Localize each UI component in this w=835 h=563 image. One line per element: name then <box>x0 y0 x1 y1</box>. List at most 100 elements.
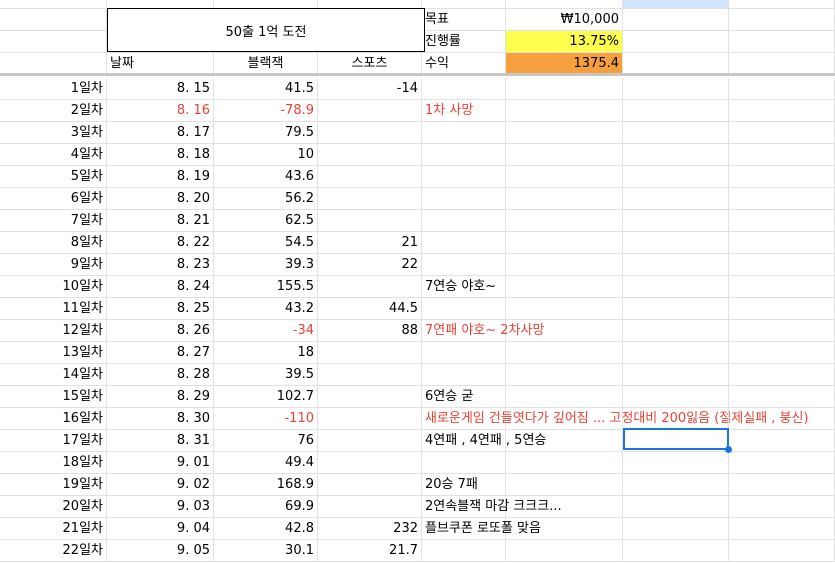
empty-cell[interactable] <box>623 518 729 540</box>
empty-cell[interactable] <box>623 100 729 122</box>
empty-cell[interactable] <box>623 298 729 320</box>
day-cell[interactable]: 14일차 <box>0 364 107 386</box>
blackjack-cell[interactable]: 49.4 <box>214 452 318 474</box>
header-sports[interactable]: 스포츠 <box>318 53 422 75</box>
empty-cell[interactable] <box>729 122 835 144</box>
empty-cell[interactable] <box>623 31 729 53</box>
empty-cell[interactable] <box>506 254 623 276</box>
date-cell[interactable]: 8. 24 <box>107 276 214 298</box>
day-cell[interactable]: 2일차 <box>0 100 107 122</box>
blackjack-cell[interactable]: 76 <box>214 430 318 452</box>
sports-cell[interactable] <box>318 166 422 188</box>
empty-cell[interactable] <box>729 53 835 75</box>
sports-cell[interactable] <box>318 408 422 430</box>
blackjack-cell[interactable]: 39.5 <box>214 364 318 386</box>
empty-cell[interactable] <box>623 78 729 100</box>
empty-cell[interactable] <box>729 276 835 298</box>
sports-cell[interactable] <box>318 342 422 364</box>
sports-cell[interactable]: 21 <box>318 232 422 254</box>
date-cell[interactable]: 8. 20 <box>107 188 214 210</box>
empty-cell[interactable] <box>729 496 835 518</box>
empty-cell[interactable] <box>729 166 835 188</box>
empty-cell[interactable] <box>623 342 729 364</box>
note-cell[interactable]: 7연승 야호~ <box>422 276 506 298</box>
day-cell[interactable]: 8일차 <box>0 232 107 254</box>
day-cell[interactable]: 20일차 <box>0 496 107 518</box>
note-cell[interactable]: 플브쿠폰 로또폴 맞음 <box>422 518 541 540</box>
empty-cell[interactable] <box>506 364 623 386</box>
empty-cell[interactable] <box>506 496 623 518</box>
empty-cell[interactable] <box>506 298 623 320</box>
day-cell[interactable]: 18일차 <box>0 452 107 474</box>
date-cell[interactable]: 8. 30 <box>107 408 214 430</box>
empty-cell[interactable] <box>623 254 729 276</box>
empty-cell[interactable] <box>0 9 107 31</box>
day-cell[interactable]: 1일차 <box>0 78 107 100</box>
date-cell[interactable]: 8. 25 <box>107 298 214 320</box>
empty-cell[interactable] <box>729 210 835 232</box>
day-cell[interactable]: 5일차 <box>0 166 107 188</box>
day-cell[interactable]: 3일차 <box>0 122 107 144</box>
empty-cell[interactable] <box>729 78 835 100</box>
blackjack-cell[interactable]: -78.9 <box>214 100 318 122</box>
note-cell[interactable] <box>422 210 506 232</box>
sports-cell[interactable]: 88 <box>318 320 422 342</box>
empty-cell[interactable] <box>623 474 729 496</box>
note-cell[interactable] <box>422 254 506 276</box>
empty-cell[interactable] <box>623 276 729 298</box>
empty-cell[interactable] <box>729 540 835 562</box>
date-cell[interactable]: 8. 27 <box>107 342 214 364</box>
date-cell[interactable]: 8. 28 <box>107 364 214 386</box>
empty-cell[interactable] <box>729 430 835 452</box>
note-cell[interactable]: 20승 7패 <box>422 474 506 496</box>
empty-cell[interactable] <box>506 232 623 254</box>
day-cell[interactable]: 11일차 <box>0 298 107 320</box>
note-cell[interactable] <box>422 188 506 210</box>
sports-cell[interactable] <box>318 144 422 166</box>
empty-cell[interactable] <box>729 320 835 342</box>
blackjack-cell[interactable]: 56.2 <box>214 188 318 210</box>
empty-cell[interactable] <box>506 430 623 452</box>
empty-cell[interactable] <box>506 518 623 540</box>
empty-cell[interactable] <box>623 210 729 232</box>
sports-cell[interactable] <box>318 452 422 474</box>
empty-cell[interactable] <box>729 364 835 386</box>
profit-label[interactable]: 수익 <box>422 53 506 75</box>
sports-cell[interactable] <box>318 100 422 122</box>
empty-cell[interactable] <box>506 100 623 122</box>
sports-cell[interactable] <box>318 364 422 386</box>
blackjack-cell[interactable]: -34 <box>214 320 318 342</box>
day-cell[interactable]: 7일차 <box>0 210 107 232</box>
empty-cell[interactable] <box>623 0 729 9</box>
note-cell[interactable] <box>422 540 506 562</box>
empty-cell[interactable] <box>729 188 835 210</box>
empty-cell[interactable] <box>729 9 835 31</box>
day-cell[interactable]: 9일차 <box>0 254 107 276</box>
day-cell[interactable]: 21일차 <box>0 518 107 540</box>
empty-cell[interactable] <box>506 320 623 342</box>
sports-cell[interactable]: 44.5 <box>318 298 422 320</box>
blackjack-cell[interactable]: 42.8 <box>214 518 318 540</box>
empty-cell[interactable] <box>729 298 835 320</box>
empty-cell[interactable] <box>623 9 729 31</box>
blackjack-cell[interactable]: 43.2 <box>214 298 318 320</box>
progress-value[interactable]: 13.75% <box>506 31 623 53</box>
blackjack-cell[interactable]: 10 <box>214 144 318 166</box>
empty-cell[interactable] <box>0 53 107 75</box>
empty-cell[interactable] <box>506 78 623 100</box>
day-cell[interactable]: 22일차 <box>0 540 107 562</box>
date-cell[interactable]: 8. 15 <box>107 78 214 100</box>
sports-cell[interactable] <box>318 122 422 144</box>
goal-value[interactable]: ₩10,000 <box>506 9 623 31</box>
header-date[interactable]: 날짜 <box>107 53 214 75</box>
blackjack-cell[interactable]: 39.3 <box>214 254 318 276</box>
blackjack-cell[interactable]: 54.5 <box>214 232 318 254</box>
empty-cell[interactable] <box>0 31 107 53</box>
blackjack-cell[interactable]: 155.5 <box>214 276 318 298</box>
date-cell[interactable]: 8. 23 <box>107 254 214 276</box>
sports-cell[interactable]: -14 <box>318 78 422 100</box>
empty-cell[interactable] <box>623 452 729 474</box>
note-cell[interactable]: 6연승 굳 <box>422 386 506 408</box>
sports-cell[interactable] <box>318 430 422 452</box>
empty-cell[interactable] <box>729 474 835 496</box>
